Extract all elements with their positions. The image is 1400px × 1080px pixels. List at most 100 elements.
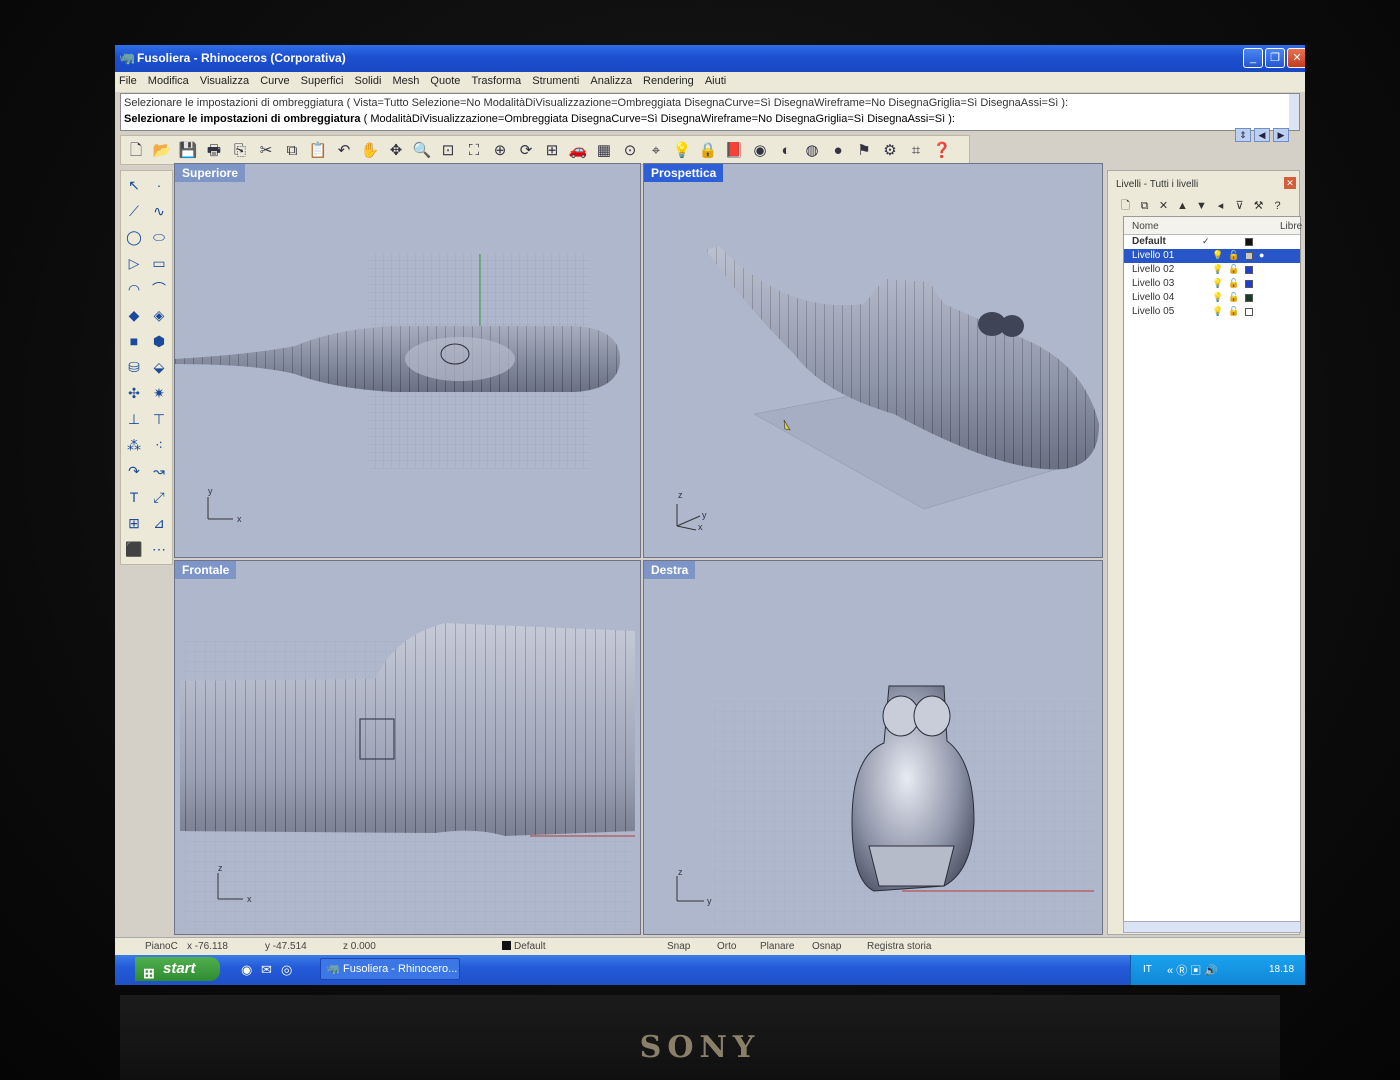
layer-color-swatch[interactable] xyxy=(1245,294,1253,302)
menu-quote[interactable]: Quote xyxy=(426,72,464,87)
wire-sphere-icon[interactable]: ◍ xyxy=(801,140,823,162)
layer-row-livello-05[interactable]: Livello 05 💡 🔓 xyxy=(1124,305,1300,319)
polyline-icon[interactable]: ⟋ xyxy=(124,201,144,221)
language-indicator[interactable]: IT xyxy=(1143,964,1152,975)
help-icon[interactable]: ? xyxy=(1268,200,1287,212)
move-up-icon[interactable]: ▲ xyxy=(1173,200,1192,212)
shaded-sphere-icon[interactable]: ◐ xyxy=(775,140,797,162)
perspective-view-canvas[interactable] xyxy=(644,164,1103,558)
material-circle-icon[interactable]: ● xyxy=(1259,250,1264,260)
delete-layer-icon[interactable]: ✕ xyxy=(1154,199,1173,212)
fillet-icon[interactable]: ⌒ xyxy=(149,279,169,299)
analyze-icon[interactable]: ⊿ xyxy=(149,513,169,533)
ellipse-icon[interactable]: ⬭ xyxy=(149,227,169,247)
dimension-icon[interactable]: ⤢ xyxy=(149,487,169,507)
visibility-bulb-icon[interactable]: 💡 xyxy=(1212,278,1223,289)
circle-icon[interactable]: ◯ xyxy=(124,227,144,247)
menu-superfici[interactable]: Superfici xyxy=(297,72,348,87)
email-quicklaunch-icon[interactable]: ✉ xyxy=(261,962,272,978)
viewport-top[interactable]: Superiore y x xyxy=(174,163,641,558)
zoom-selected-icon[interactable]: ⊕ xyxy=(489,140,511,162)
new-file-icon[interactable]: 🗋 xyxy=(125,140,147,162)
visibility-bulb-icon[interactable]: 💡 xyxy=(1212,250,1223,261)
menu-visualizza[interactable]: Visualizza xyxy=(196,72,253,87)
trim-icon[interactable]: ⊥ xyxy=(124,409,144,429)
blend-icon[interactable]: ↷ xyxy=(124,461,144,481)
status-snap-toggle[interactable]: Snap xyxy=(667,941,690,952)
minimize-button[interactable]: _ xyxy=(1243,48,1263,68)
offset-icon[interactable]: ↝ xyxy=(149,461,169,481)
viewport-perspective[interactable]: Prospettica z y x xyxy=(643,163,1103,558)
menu-strumenti[interactable]: Strumenti xyxy=(528,72,583,87)
status-planare-toggle[interactable]: Planare xyxy=(760,941,794,952)
surface-edit-icon[interactable]: ◈ xyxy=(149,305,169,325)
blue-sphere-icon[interactable]: ● xyxy=(827,140,849,162)
light-bulb-icon[interactable]: 💡 xyxy=(671,140,693,162)
visibility-bulb-icon[interactable]: 💡 xyxy=(1212,292,1223,303)
paste-icon[interactable]: 📋 xyxy=(307,140,329,162)
scroll-left-icon[interactable]: ◀ xyxy=(1254,128,1270,142)
status-orto-toggle[interactable]: Orto xyxy=(717,941,736,952)
collapse-icon[interactable]: ◂ xyxy=(1211,199,1230,212)
grid-icon[interactable]: ▦ xyxy=(593,140,615,162)
scroll-right-icon[interactable]: ▶ xyxy=(1273,128,1289,142)
viewport-label-perspective[interactable]: Prospettica xyxy=(644,164,724,182)
rectangle-icon[interactable]: ▭ xyxy=(149,253,169,273)
top-view-canvas[interactable] xyxy=(175,164,641,558)
undo-icon[interactable]: ↶ xyxy=(333,140,355,162)
layer-color-swatch[interactable] xyxy=(1245,308,1253,316)
taskbar-rhino-window[interactable]: 🦏 Fusoliera - Rhinocero... xyxy=(320,958,460,980)
layer-row-livello-01[interactable]: Livello 01 💡 🔓 ● xyxy=(1124,249,1300,263)
layer-row-livello-03[interactable]: Livello 03 💡 🔓 xyxy=(1124,277,1300,291)
new-sublayer-icon[interactable]: ⧉ xyxy=(1135,200,1154,213)
open-folder-icon[interactable]: 📂 xyxy=(151,140,173,162)
four-viewports-icon[interactable]: ⊞ xyxy=(541,140,563,162)
command-area[interactable]: Selezionare le impostazioni di ombreggia… xyxy=(120,93,1300,131)
options-gear-icon[interactable]: ⚙ xyxy=(879,140,901,162)
maximize-button[interactable]: ❐ xyxy=(1265,48,1285,68)
visibility-bulb-icon[interactable]: 💡 xyxy=(1212,306,1223,317)
layers-close-icon[interactable]: ✕ xyxy=(1284,177,1296,189)
layer-color-swatch[interactable] xyxy=(1245,238,1253,246)
split-icon[interactable]: ⊤ xyxy=(149,409,169,429)
column-header-right[interactable]: Libre xyxy=(1280,221,1302,232)
zoom-window-icon[interactable]: ⊡ xyxy=(437,140,459,162)
menu-aiuti[interactable]: Aiuti xyxy=(701,72,730,87)
viewport-label-front[interactable]: Frontale xyxy=(175,561,237,579)
menu-mesh[interactable]: Mesh xyxy=(388,72,423,87)
circle-point-icon[interactable]: ⊙ xyxy=(619,140,641,162)
copy-icon[interactable]: ⧉ xyxy=(281,140,303,162)
filter-icon[interactable]: ⊽ xyxy=(1230,199,1249,212)
viewport-label-right[interactable]: Destra xyxy=(644,561,696,579)
help-icon[interactable]: ❓ xyxy=(931,140,953,162)
cplane-icon[interactable]: ⌗ xyxy=(905,140,927,162)
command-prompt-options[interactable]: ( ModalitàDiVisualizzazione=Ombreggiata … xyxy=(361,113,955,125)
media-quicklaunch-icon[interactable]: ◎ xyxy=(281,962,292,978)
status-osnap-toggle[interactable]: Osnap xyxy=(812,941,841,952)
status-history-toggle[interactable]: Registra storia xyxy=(867,941,931,952)
lock-icon[interactable]: 🔓 xyxy=(1228,264,1239,275)
lock-icon[interactable]: 🔒 xyxy=(697,140,719,162)
save-icon[interactable]: 💾 xyxy=(177,140,199,162)
transform-icon[interactable]: ✣ xyxy=(124,383,144,403)
status-current-layer[interactable]: Default xyxy=(502,941,546,952)
layer-row-default[interactable]: Default ✓ xyxy=(1124,235,1300,249)
lock-icon[interactable]: 🔓 xyxy=(1228,306,1239,317)
menu-rendering[interactable]: Rendering xyxy=(639,72,698,87)
firefox-quicklaunch-icon[interactable]: ◉ xyxy=(241,962,252,978)
title-bar[interactable]: 🦏 Fusoliera - Rhinoceros (Corporativa) _… xyxy=(115,45,1305,72)
render-sphere-red-icon[interactable]: ◉ xyxy=(749,140,771,162)
layer-row-livello-02[interactable]: Livello 02 💡 🔓 xyxy=(1124,263,1300,277)
menu-analizza[interactable]: Analizza xyxy=(586,72,636,87)
car-icon[interactable]: 🚗 xyxy=(567,140,589,162)
array-icon[interactable]: ⊞ xyxy=(124,513,144,533)
layers-horizontal-scrollbar[interactable] xyxy=(1123,921,1301,933)
front-view-canvas[interactable] xyxy=(175,561,641,935)
curve-icon[interactable]: ∿ xyxy=(149,201,169,221)
group-icon[interactable]: ⁂ xyxy=(124,435,144,455)
cut-icon[interactable]: ✂ xyxy=(255,140,277,162)
pan-hand-icon[interactable]: ✋ xyxy=(359,140,381,162)
layer-book-icon[interactable]: 📕 xyxy=(723,140,745,162)
start-button[interactable]: ⊞ start xyxy=(135,957,220,981)
box-icon[interactable]: ■ xyxy=(124,331,144,351)
